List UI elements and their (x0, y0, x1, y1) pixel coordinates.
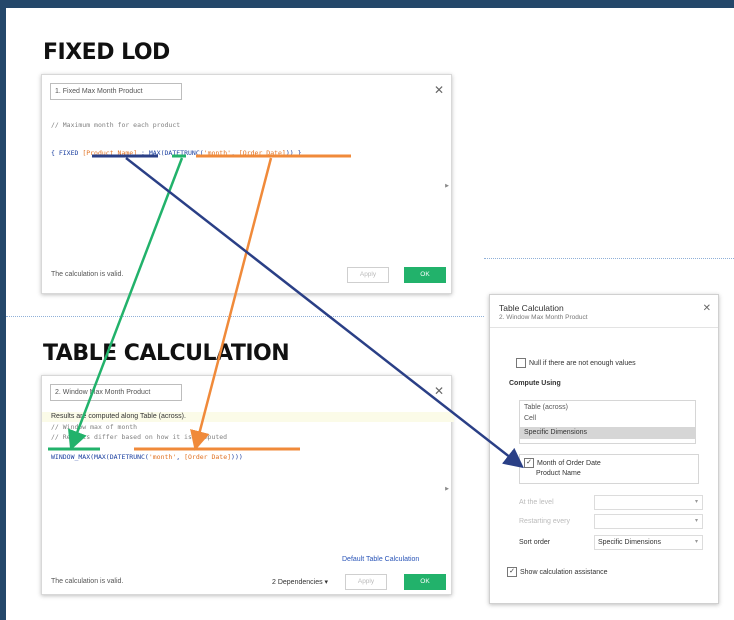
annotation-arrows (48, 154, 524, 469)
blue-arrow (125, 157, 524, 469)
green-arrow (68, 157, 184, 451)
orange-arrow (190, 157, 273, 451)
canvas: FIXED LOD 1. Fixed Max Month Product ✕ /… (6, 8, 734, 620)
